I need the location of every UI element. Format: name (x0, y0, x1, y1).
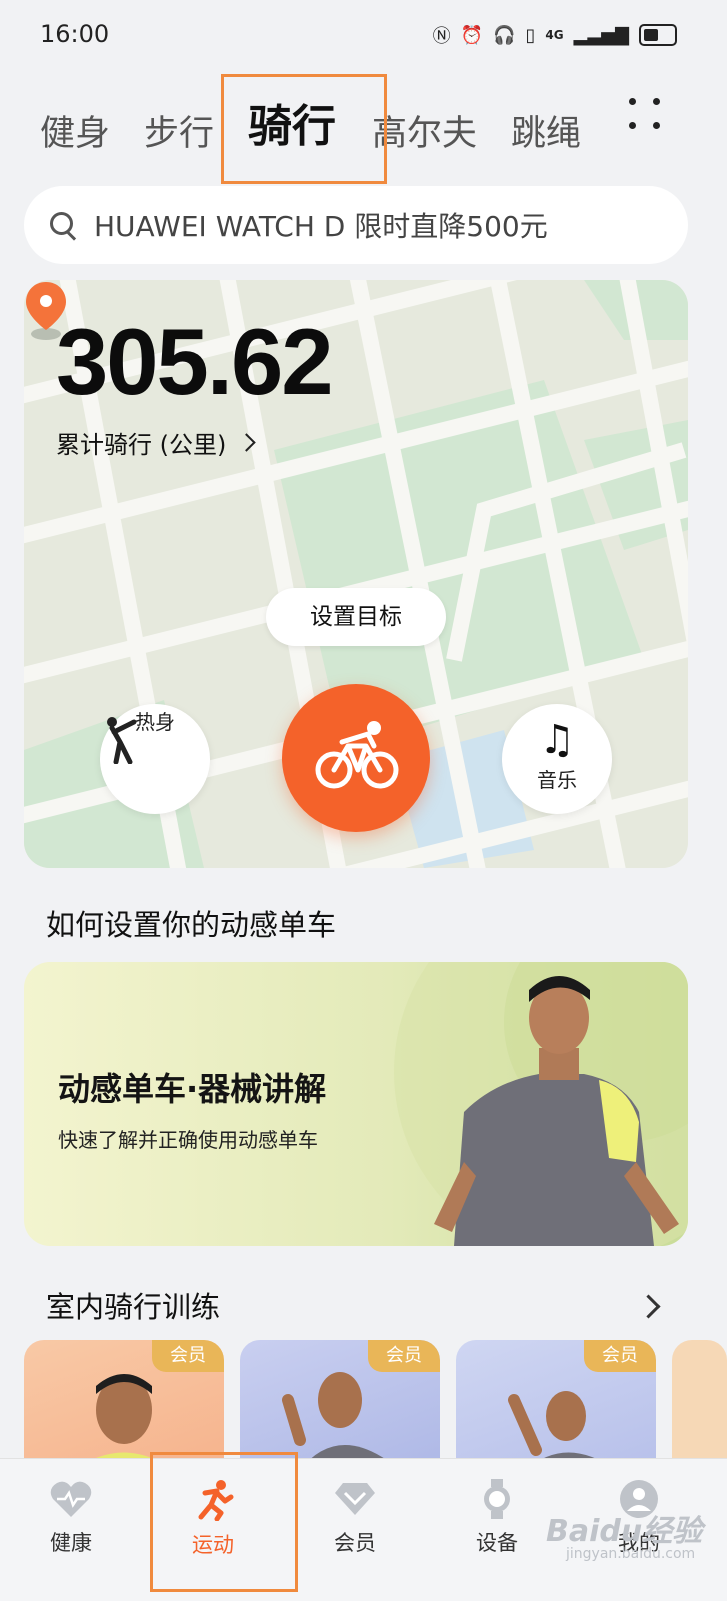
start-cycling-button[interactable] (282, 684, 430, 832)
tab-fitness[interactable]: 健身 (40, 105, 110, 168)
banner-subtitle: 快速了解并正确使用动感单车 (58, 1128, 318, 1152)
signal-4g-icon: 4G (545, 28, 564, 42)
more-tabs-icon[interactable] (626, 98, 662, 134)
total-distance-link[interactable]: 累计骑行 (公里) (56, 425, 257, 460)
course-card[interactable]: 会员 (24, 1340, 224, 1470)
vip-badge: 会员 (584, 1340, 656, 1372)
warmup-button[interactable]: 热身 (100, 704, 210, 814)
music-note-icon: ♫ (539, 717, 575, 763)
music-label: 音乐 (537, 768, 577, 792)
search-placeholder: HUAWEI WATCH D 限时直降500元 (94, 210, 548, 243)
course-card[interactable]: 会员 (240, 1340, 440, 1470)
nav-devices[interactable]: 设备 (452, 1479, 542, 1557)
alarm-icon: ⏰ (460, 24, 484, 46)
watermark-url: jingyan.baidu.com (566, 1546, 696, 1562)
vip-badge: 会员 (152, 1340, 224, 1372)
course-card-partial[interactable] (672, 1340, 727, 1470)
section-title-setup: 如何设置你的动感单车 (46, 908, 337, 942)
course-card[interactable]: 会员 (456, 1340, 656, 1470)
battery-icon (639, 24, 677, 46)
tab-highlight-box (221, 74, 387, 184)
diamond-icon (335, 1483, 375, 1515)
nfc-icon: Ⓝ (432, 26, 451, 47)
vip-badge: 会员 (368, 1340, 440, 1372)
status-icons: Ⓝ ⏰ 🎧 ▯ 4G ▂▃▅▇ (433, 22, 677, 48)
total-distance-label: 累计骑行 (公里) (56, 431, 227, 459)
bicycle-icon (315, 721, 399, 789)
vibrate-icon: ▯ (525, 24, 536, 46)
watermark-logo: Baidu经验 (546, 1514, 703, 1549)
nav-health[interactable]: 健康 (26, 1479, 116, 1557)
status-time: 16:00 (40, 20, 110, 48)
chevron-right-icon (237, 433, 257, 452)
total-distance-value: 305.62 (56, 309, 334, 414)
signal-bars-icon: ▂▃▅▇ (573, 24, 629, 46)
nav-highlight-box (150, 1452, 298, 1592)
search-bar[interactable]: HUAWEI WATCH D 限时直降500元 (24, 186, 688, 264)
chevron-right-icon[interactable] (636, 1294, 661, 1319)
ride-map-card: 305.62 累计骑行 (公里) 设置目标 热身 ♫ 音乐 (24, 280, 688, 868)
search-icon (50, 212, 76, 238)
set-goal-button[interactable]: 设置目标 (266, 588, 446, 646)
tab-golf[interactable]: 高尔夫 (372, 105, 477, 168)
watch-icon (484, 1479, 510, 1519)
nav-health-label: 健康 (50, 1531, 92, 1555)
tab-jump-rope[interactable]: 跳绳 (511, 105, 581, 168)
nav-membership[interactable]: 会员 (310, 1479, 400, 1557)
spin-bike-banner[interactable]: 动感单车·器械讲解 快速了解并正确使用动感单车 (24, 962, 688, 1246)
nav-membership-label: 会员 (334, 1531, 376, 1555)
nav-devices-label: 设备 (476, 1531, 518, 1555)
headphones-icon: 🎧 (493, 24, 516, 46)
heart-icon (50, 1481, 92, 1517)
tab-walking[interactable]: 步行 (144, 105, 214, 168)
stretching-icon (107, 717, 137, 764)
location-pin-icon (26, 282, 66, 340)
music-button[interactable]: ♫ 音乐 (502, 704, 612, 814)
banner-title: 动感单车·器械讲解 (58, 1070, 327, 1108)
section-title-indoor: 室内骑行训练 (46, 1290, 221, 1324)
